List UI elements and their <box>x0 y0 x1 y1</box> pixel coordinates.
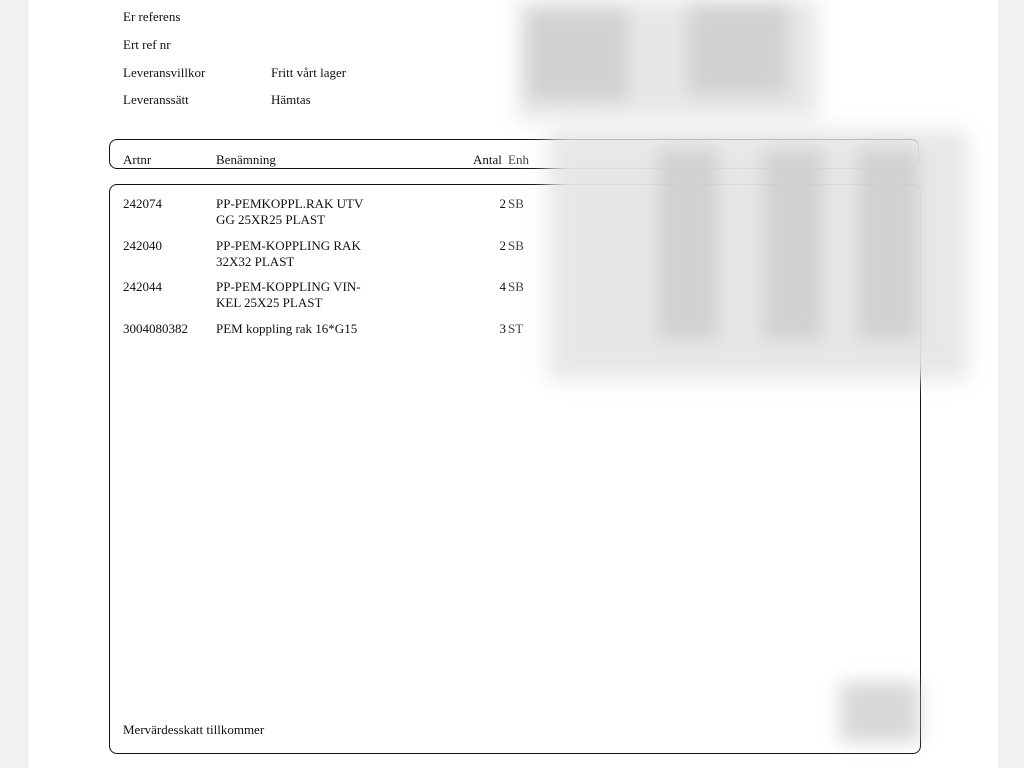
col-header-benamning: Benämning <box>216 152 276 167</box>
cell-artnr: 242074 <box>123 196 162 211</box>
cell-artnr: 242040 <box>123 238 162 253</box>
col-header-antal: Antal <box>473 152 502 167</box>
cell-name: PEM koppling rak 16*G15 <box>216 321 358 336</box>
cell-unit: ST <box>508 321 524 336</box>
label-leveransvillkor: Leveransvillkor <box>123 65 206 80</box>
cell-unit: SB <box>508 238 524 253</box>
cell-qty: 3 <box>499 321 507 336</box>
cell-unit: SB <box>508 279 524 294</box>
redacted-block <box>688 5 788 95</box>
redacted-column <box>763 150 823 340</box>
cell-name: PP-PEM-KOPPLING VIN- KEL 25X25 PLAST <box>216 279 361 310</box>
col-header-enh: Enh <box>508 152 529 167</box>
value-leveranssatt: Hämtas <box>271 92 311 107</box>
cell-artnr: 3004080382 <box>123 321 188 336</box>
label-er-referens: Er referens <box>123 9 181 24</box>
redacted-block <box>528 10 628 100</box>
cell-qty: 4 <box>499 279 507 294</box>
cell-qty: 2 <box>499 196 507 211</box>
col-header-artnr: Artnr <box>123 152 152 167</box>
redacted-column <box>658 150 718 340</box>
document-page: Er referens Ert ref nr Leveransvillkor F… <box>28 0 998 768</box>
cell-unit: SB <box>508 196 524 211</box>
cell-qty: 2 <box>499 238 507 253</box>
redacted-total <box>840 682 920 742</box>
cell-artnr: 242044 <box>123 279 162 294</box>
redacted-column <box>858 150 918 340</box>
value-leveransvillkor: Fritt vårt lager <box>271 65 347 80</box>
label-leveranssatt: Leveranssätt <box>123 92 189 107</box>
label-ert-ref-nr: Ert ref nr <box>123 37 171 52</box>
cell-name: PP-PEM-KOPPLING RAK 32X32 PLAST <box>216 238 361 269</box>
cell-name: PP-PEMKOPPL.RAK UTV GG 25XR25 PLAST <box>216 196 364 227</box>
vat-note: Mervärdesskatt tillkommer <box>123 722 265 737</box>
